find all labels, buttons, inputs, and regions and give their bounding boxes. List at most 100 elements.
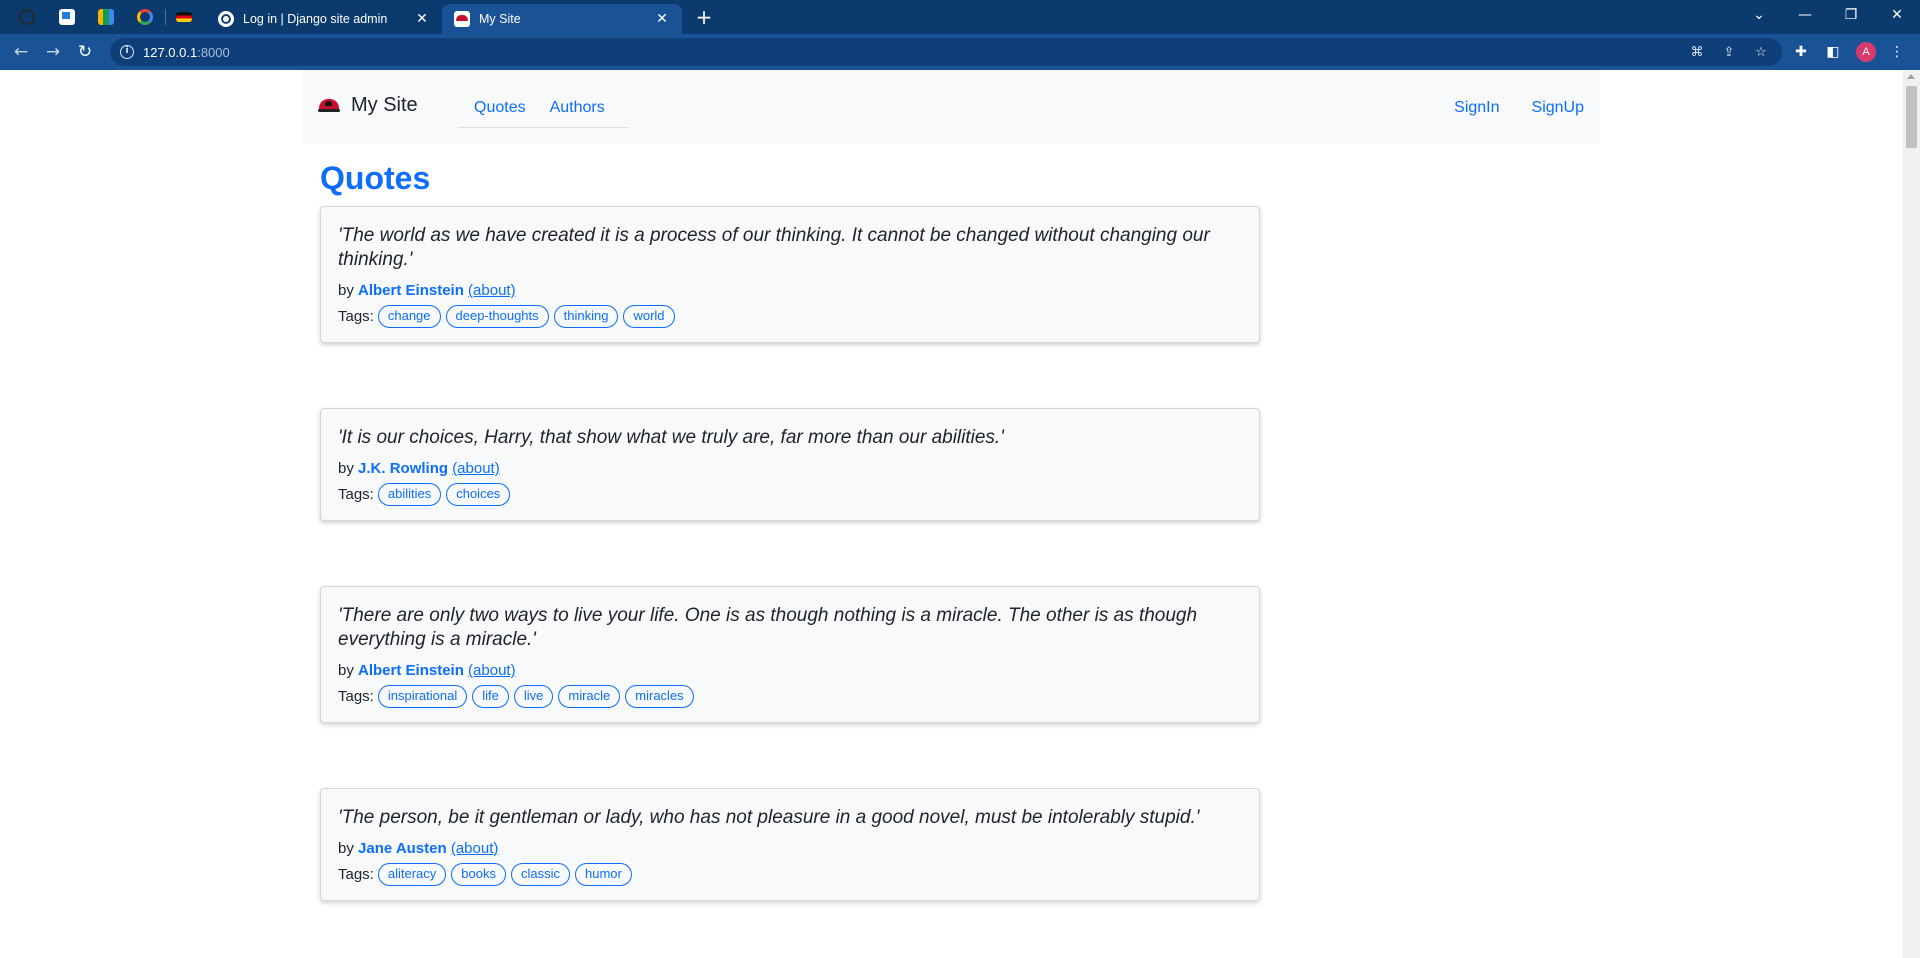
back-arrow-icon[interactable]: ← (9, 40, 33, 64)
pinned-tab-google[interactable] (126, 5, 164, 29)
quote-text: 'The person, be it gentleman or lady, wh… (338, 807, 1200, 828)
author-about-link[interactable]: (about) (451, 840, 499, 857)
quote-byline: by Albert Einstein (about) (338, 661, 1242, 681)
page-viewport: My Site Quotes Authors SignIn SignUp Quo… (0, 70, 1903, 958)
url-port: :8000 (197, 45, 230, 60)
tags-label: Tags: (338, 486, 374, 503)
quote-byline: by J.K. Rowling (about) (338, 459, 1242, 479)
browser-tab-bar: Log in | Django site admin ✕ My Site ✕ +… (0, 0, 1920, 34)
bookmark-star-icon[interactable]: ☆ (1752, 44, 1770, 62)
tags-label: Tags: (338, 308, 374, 325)
nav-link-authors[interactable]: Authors (550, 88, 621, 127)
tab-title: My Site (479, 12, 521, 26)
author-about-link[interactable]: (about) (452, 460, 500, 477)
pinned-tab-trello[interactable] (48, 5, 86, 29)
tags-label: Tags: (338, 866, 374, 883)
side-panel-icon[interactable]: ◧ (1823, 42, 1843, 62)
window-close-button[interactable]: ✕ (1874, 0, 1920, 30)
tag-link[interactable]: abilities (377, 483, 442, 506)
forward-arrow-icon[interactable]: → (41, 40, 65, 64)
by-label: by (338, 840, 354, 857)
by-label: by (338, 662, 354, 679)
scrollbar-thumb[interactable] (1906, 86, 1917, 148)
quote-tags: Tags: inspirational life live miracle mi… (338, 685, 1242, 708)
tag-link[interactable]: thinking (553, 305, 619, 328)
site-logo-icon (454, 11, 470, 27)
share-icon[interactable]: ⇪ (1720, 44, 1738, 62)
tag-link[interactable]: miracles (625, 685, 694, 708)
nav-auth-links: SignIn SignUp (1422, 99, 1584, 117)
minimize-button[interactable]: — (1782, 0, 1828, 30)
pinned-tab-github[interactable] (8, 5, 46, 29)
restore-button[interactable]: ❐ (1828, 0, 1874, 30)
tab-django-admin[interactable]: Log in | Django site admin ✕ (206, 4, 442, 34)
quote-card: 'It is our choices, Harry, that show wha… (320, 408, 1260, 521)
tag-link[interactable]: life (472, 685, 509, 708)
quote-tags: Tags: aliteracy books classic humor (338, 863, 1242, 886)
nav-main-links: Quotes Authors (458, 88, 629, 128)
tag-link[interactable]: humor (575, 863, 632, 886)
url-text[interactable]: 127.0.0.1:8000 (143, 45, 230, 60)
site-info-icon[interactable]: i (120, 45, 134, 59)
globe-icon (218, 11, 234, 27)
github-icon (19, 9, 35, 25)
reload-icon[interactable]: ↻ (73, 40, 97, 64)
flag-icon (176, 12, 192, 22)
google-icon (137, 9, 153, 25)
trello-icon (59, 9, 75, 25)
quote-list: 'The world as we have created it is a pr… (320, 206, 1260, 958)
browser-toolbar: ← → ↻ i 127.0.0.1:8000 ⌘ ⇪ ☆ ✚ ◧ A ⋮ (0, 34, 1920, 70)
tag-link[interactable]: books (451, 863, 506, 886)
site-logo-icon (318, 98, 340, 113)
tag-link[interactable]: choices (446, 483, 511, 506)
author-about-link[interactable]: (about) (468, 662, 516, 679)
author-about-link[interactable]: (about) (468, 282, 516, 299)
profile-avatar[interactable]: A (1856, 42, 1876, 62)
tag-link[interactable]: change (377, 305, 441, 328)
menu-kebab-icon[interactable]: ⋮ (1887, 42, 1907, 62)
quote-byline: by Albert Einstein (about) (338, 281, 1242, 301)
new-tab-button[interactable]: + (692, 6, 716, 30)
quote-text: 'There are only two ways to live your li… (338, 605, 1198, 650)
pinned-tab-meet[interactable] (87, 5, 125, 29)
tag-link[interactable]: deep-thoughts (445, 305, 549, 328)
close-icon[interactable]: ✕ (414, 11, 430, 27)
quote-tags: Tags: change deep-thoughts thinking worl… (338, 305, 1242, 328)
close-icon[interactable]: ✕ (654, 11, 670, 27)
nav-link-signin[interactable]: SignIn (1454, 99, 1499, 117)
page-title: Quotes (320, 160, 431, 196)
meet-icon (98, 9, 114, 25)
quote-card: 'There are only two ways to live your li… (320, 586, 1260, 723)
tags-label: Tags: (338, 688, 374, 705)
site-navbar: My Site Quotes Authors SignIn SignUp (303, 70, 1600, 144)
nav-link-signup[interactable]: SignUp (1532, 99, 1584, 117)
quote-card: 'The world as we have created it is a pr… (320, 206, 1260, 343)
tab-my-site[interactable]: My Site ✕ (442, 4, 682, 34)
extensions-puzzle-icon[interactable]: ✚ (1791, 42, 1811, 62)
tag-link[interactable]: live (513, 685, 554, 708)
quote-card: 'The person, be it gentleman or lady, wh… (320, 788, 1260, 901)
scroll-up-arrow-icon[interactable] (1907, 74, 1915, 79)
tag-link[interactable]: classic (510, 863, 570, 886)
by-label: by (338, 460, 354, 477)
tag-link[interactable]: miracle (558, 685, 621, 708)
quote-byline: by Jane Austen (about) (338, 839, 1242, 859)
quote-text: 'It is our choices, Harry, that show wha… (338, 427, 1004, 448)
page-scrollbar[interactable] (1903, 70, 1920, 958)
tab-title: Log in | Django site admin (243, 12, 388, 26)
tag-link[interactable]: inspirational (377, 685, 468, 708)
translate-icon[interactable]: ⌘ (1688, 44, 1706, 62)
author-name: Albert Einstein (358, 662, 464, 679)
brand-link[interactable]: My Site (318, 94, 418, 117)
tag-link[interactable]: aliteracy (377, 863, 447, 886)
nav-link-quotes[interactable]: Quotes (474, 88, 542, 127)
author-name: J.K. Rowling (358, 460, 449, 477)
brand-name: My Site (351, 94, 418, 116)
tag-link[interactable]: world (623, 305, 675, 328)
pinned-tab-flag[interactable] (165, 5, 203, 29)
tab-search-button[interactable]: ⌄ (1736, 0, 1782, 30)
url-host: 127.0.0.1 (143, 45, 198, 60)
author-name: Jane Austen (358, 840, 447, 857)
by-label: by (338, 282, 354, 299)
address-bar[interactable]: i 127.0.0.1:8000 ⌘ ⇪ ☆ (110, 38, 1782, 66)
